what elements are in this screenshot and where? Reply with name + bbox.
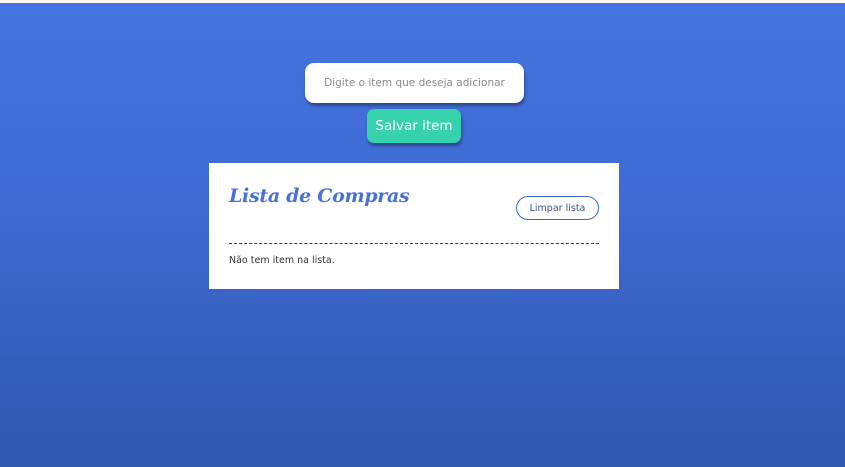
list-divider [229,243,599,244]
clear-list-button[interactable]: Limpar lista [516,196,599,220]
item-input[interactable] [305,63,524,103]
shopping-list-card: Lista de Compras Limpar lista Não tem it… [209,163,619,289]
empty-list-message: Não tem item na lista. [229,255,335,266]
save-item-button[interactable]: Salvar item [367,109,461,143]
list-title: Lista de Compras [229,185,410,207]
